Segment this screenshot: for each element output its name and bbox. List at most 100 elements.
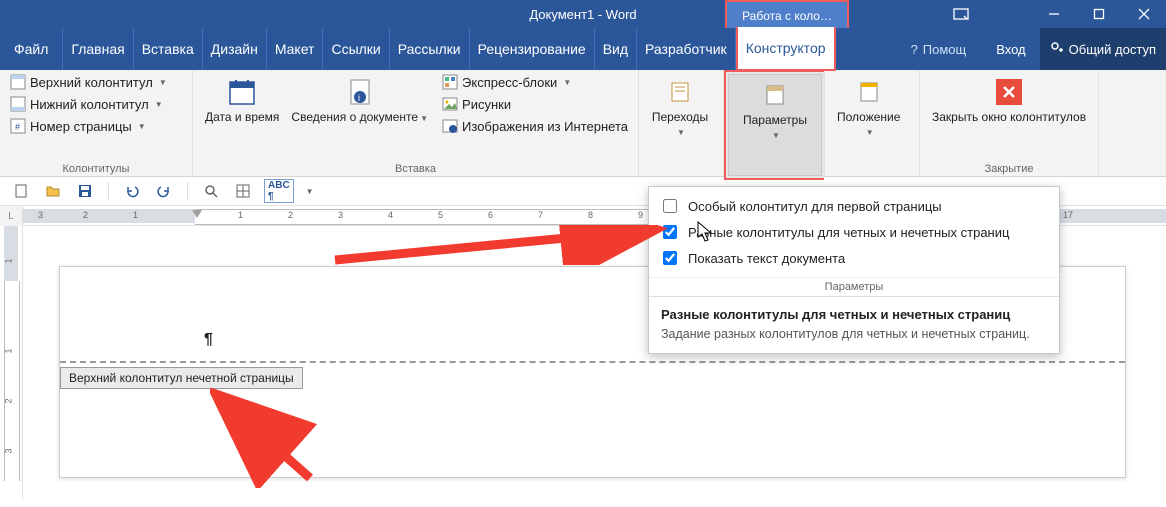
window-title: Документ1 - Word [0, 0, 1166, 28]
close-header-footer-button[interactable]: Закрыть окно колонтитулов [926, 72, 1092, 124]
ribbon: Верхний колонтитул▼ Нижний колонтитул▼ #… [0, 70, 1166, 177]
qat-new-icon[interactable] [10, 180, 32, 202]
header-boundary-line [60, 361, 1125, 363]
group-label-insert: Вставка [199, 161, 632, 178]
tab-developer[interactable]: Разработчик [637, 28, 736, 70]
tab-file[interactable]: Файл [0, 28, 63, 70]
group-label-close: Закрытие [926, 161, 1092, 178]
ruler-number: 6 [488, 210, 493, 220]
contextual-tab-label: Работа с коло… [725, 0, 849, 30]
share-button[interactable]: Общий доступ [1040, 28, 1166, 70]
ruler-number: 9 [638, 210, 643, 220]
ribbon-display-options-icon[interactable] [941, 0, 981, 28]
annotation-arrow-1 [330, 225, 670, 265]
tab-layout[interactable]: Макет [267, 28, 324, 70]
ruler-number: 1 [133, 210, 138, 220]
tab-designer-context[interactable]: Конструктор [738, 27, 834, 69]
ribbon-tabs: Файл Главная Вставка Дизайн Макет Ссылки… [0, 28, 1166, 70]
tooltip-title: Разные колонтитулы для четных и нечетных… [661, 307, 1047, 322]
options-popup: Особый колонтитул для первой страницы Ра… [648, 186, 1060, 354]
tab-mailings[interactable]: Рассылки [390, 28, 470, 70]
doc-info-icon: i [346, 78, 374, 106]
page-number-icon: # [10, 118, 26, 134]
ruler-number: 5 [438, 210, 443, 220]
group-label-hf: Колонтитулы [6, 161, 186, 178]
checkbox-odd-even-pages[interactable]: Разные колонтитулы для четных и нечетных… [659, 219, 1049, 245]
group-close: Закрыть окно колонтитулов Закрытие [920, 70, 1099, 178]
header-dropdown[interactable]: Верхний колонтитул▼ [6, 72, 171, 92]
svg-text:i: i [358, 93, 360, 103]
contextual-tab-container: Конструктор [736, 27, 836, 71]
date-time-button[interactable]: Дата и время [199, 72, 285, 124]
footer-dropdown[interactable]: Нижний колонтитул▼ [6, 94, 171, 114]
position-button[interactable]: Положение▼ [831, 72, 906, 140]
pictures-icon [442, 96, 458, 112]
group-options-highlight: Параметры▼ [724, 70, 824, 180]
group-navigation: Переходы▼ [639, 70, 724, 178]
popup-section-label: Параметры [649, 277, 1059, 296]
maximize-button[interactable] [1076, 0, 1121, 28]
ruler-number: 4 [388, 210, 393, 220]
sign-in-link[interactable]: Вход [982, 42, 1039, 57]
close-window-button[interactable] [1121, 0, 1166, 28]
options-button[interactable]: Параметры▼ [728, 74, 822, 176]
checkbox-different-first-page[interactable]: Особый колонтитул для первой страницы [659, 193, 1049, 219]
tab-home[interactable]: Главная [63, 28, 133, 70]
ruler-number: 1 [238, 210, 243, 220]
vertical-ruler[interactable]: 1 1 2 3 [0, 226, 23, 499]
ruler-number: 3 [38, 210, 43, 220]
pictures-button[interactable]: Рисунки [438, 94, 632, 114]
ruler-number: 2 [83, 210, 88, 220]
tooltip-description: Задание разных колонтитулов для четных и… [661, 326, 1047, 343]
qat-print-preview-icon[interactable] [200, 180, 222, 202]
qat-customize-dropdown[interactable]: ▼ [306, 187, 314, 196]
header-section-tag: Верхний колонтитул нечетной страницы [60, 367, 303, 389]
ruler-number: 17 [1063, 210, 1073, 220]
qat-redo-icon[interactable] [153, 180, 175, 202]
close-x-icon [996, 79, 1022, 105]
qat-paragraph-icon[interactable]: ABC¶ [264, 179, 294, 203]
group-insert: Дата и время i Сведения о документе▼ Экс… [193, 70, 639, 178]
share-icon [1050, 41, 1064, 58]
minimize-button[interactable] [1031, 0, 1076, 28]
tab-review[interactable]: Рецензирование [470, 28, 595, 70]
ruler-number: 3 [338, 210, 343, 220]
annotation-arrow-2 [210, 388, 330, 488]
ruler-number: 2 [288, 210, 293, 220]
quick-parts-button[interactable]: Экспресс-блоки▼ [438, 72, 632, 92]
tell-me-help[interactable]: ?Помощ [895, 42, 983, 57]
online-pictures-button[interactable]: Изображения из Интернета [438, 116, 632, 136]
qat-save-icon[interactable] [74, 180, 96, 202]
checkbox-input-first-page[interactable] [663, 199, 677, 213]
indent-marker-icon[interactable] [191, 206, 203, 226]
qat-open-icon[interactable] [42, 180, 64, 202]
svg-text:#: # [15, 122, 20, 132]
group-label-nav [645, 161, 717, 178]
goto-button[interactable]: Переходы▼ [645, 72, 715, 140]
tab-view[interactable]: Вид [595, 28, 637, 70]
ruler-number: 7 [538, 210, 543, 220]
tab-insert[interactable]: Вставка [134, 28, 203, 70]
checkbox-show-document-text[interactable]: Показать текст документа [659, 245, 1049, 271]
tab-selector[interactable]: L [0, 206, 23, 226]
mouse-cursor-icon [697, 221, 715, 243]
title-bar: Документ1 - Word Работа с коло… [0, 0, 1166, 28]
position-icon [858, 81, 880, 103]
tab-design[interactable]: Дизайн [203, 28, 267, 70]
tooltip-panel: Разные колонтитулы для четных и нечетных… [649, 296, 1059, 353]
help-icon: ? [911, 42, 918, 57]
document-info-button[interactable]: i Сведения о документе▼ [285, 72, 434, 126]
page-number-dropdown[interactable]: # Номер страницы▼ [6, 116, 171, 136]
online-pictures-icon [442, 118, 458, 134]
options-icon [764, 84, 786, 106]
paragraph-mark: ¶ [204, 331, 213, 349]
qat-undo-icon[interactable] [121, 180, 143, 202]
calendar-icon [228, 78, 256, 106]
header-icon [10, 74, 26, 90]
qat-table-icon[interactable] [232, 180, 254, 202]
group-label-position [831, 161, 913, 178]
ruler-number: 8 [588, 210, 593, 220]
quick-parts-icon [442, 74, 458, 90]
tab-references[interactable]: Ссылки [323, 28, 389, 70]
footer-icon [10, 96, 26, 112]
